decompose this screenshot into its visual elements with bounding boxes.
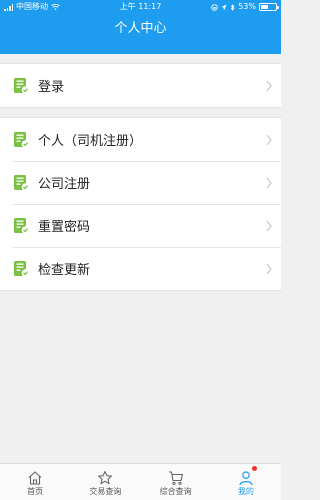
menu-item-driver-register[interactable]: 个人（司机注册） bbox=[0, 118, 281, 161]
menu-item-label: 登录 bbox=[38, 80, 65, 95]
location-icon bbox=[221, 4, 227, 10]
home-icon bbox=[28, 471, 42, 485]
battery-percent: 53% bbox=[238, 2, 256, 11]
chevron-right-icon bbox=[266, 263, 272, 274]
tab-mine[interactable]: 我的 bbox=[211, 464, 281, 500]
notification-dot bbox=[251, 466, 257, 471]
battery-icon bbox=[259, 3, 279, 11]
checklist-icon bbox=[14, 260, 30, 277]
tab-home[interactable]: 首页 bbox=[0, 464, 70, 500]
chevron-right-icon bbox=[266, 134, 272, 145]
status-bar: 中国移动 上午 11:17 53% bbox=[0, 0, 281, 14]
checklist-icon bbox=[14, 174, 30, 191]
page-title: 个人中心 bbox=[114, 21, 167, 36]
menu-item-company-register[interactable]: 公司注册 bbox=[0, 161, 281, 204]
bluetooth-icon bbox=[230, 3, 235, 11]
chevron-right-icon bbox=[266, 177, 272, 188]
header-bar: 中国移动 上午 11:17 53% 个人中心 bbox=[0, 0, 281, 54]
person-icon bbox=[239, 471, 253, 486]
menu-item-label: 个人（司机注册） bbox=[38, 134, 143, 149]
menu-item-label: 重置密码 bbox=[38, 220, 91, 235]
tab-general-query[interactable]: 综合查询 bbox=[141, 464, 211, 500]
checklist-icon bbox=[14, 77, 30, 94]
chevron-right-icon bbox=[266, 220, 272, 231]
tab-transaction-query[interactable]: 交易查询 bbox=[70, 464, 140, 500]
battery-level bbox=[261, 5, 269, 9]
menu-item-label: 公司注册 bbox=[38, 177, 91, 192]
tab-label: 首页 bbox=[27, 487, 44, 496]
login-group: 登录 bbox=[0, 63, 281, 108]
checklist-icon bbox=[14, 217, 30, 234]
menu-item-reset-password[interactable]: 重置密码 bbox=[0, 204, 281, 247]
menu-item-label: 检查更新 bbox=[38, 263, 91, 278]
tab-label: 交易查询 bbox=[89, 487, 122, 496]
cart-icon bbox=[168, 471, 183, 485]
menu-item-check-update[interactable]: 检查更新 bbox=[0, 247, 281, 290]
checklist-icon bbox=[14, 131, 30, 148]
star-icon bbox=[98, 470, 113, 485]
tab-label: 我的 bbox=[237, 487, 254, 496]
tab-label: 综合查询 bbox=[159, 487, 192, 496]
lock-rotation-icon bbox=[211, 3, 218, 11]
chevron-right-icon bbox=[266, 80, 272, 91]
menu-item-login[interactable]: 登录 bbox=[0, 64, 281, 107]
options-group: 个人（司机注册） 公司注册 重置密码 检查更新 bbox=[0, 117, 281, 291]
tab-bar: 首页 交易查询 综合查询 我的 bbox=[0, 463, 281, 500]
